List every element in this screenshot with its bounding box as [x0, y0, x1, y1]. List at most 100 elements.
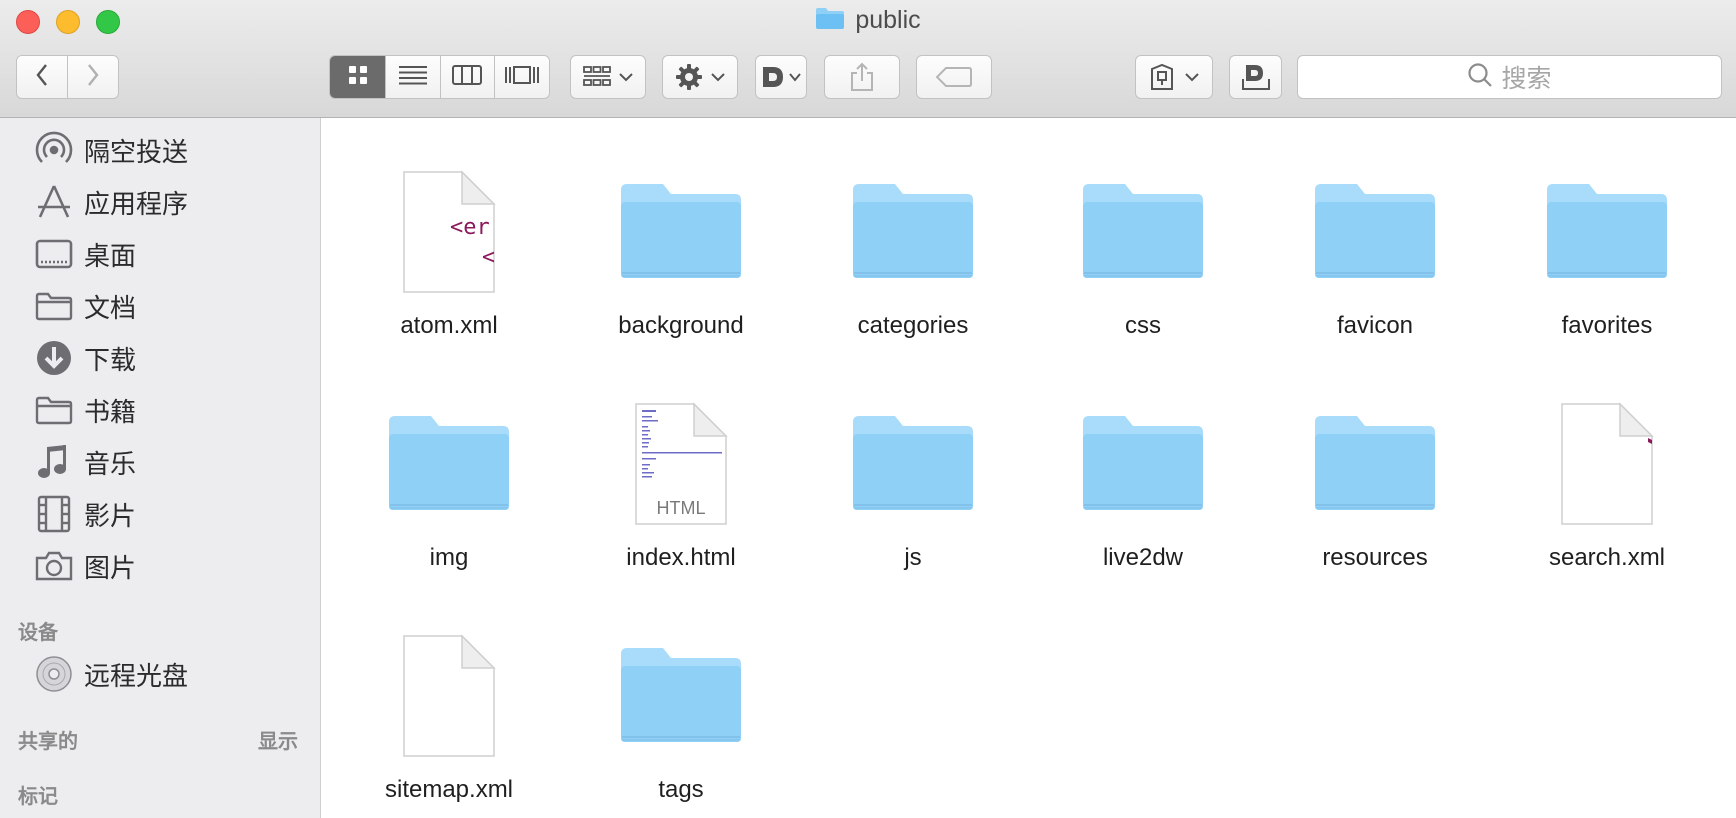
devices-header: 设备: [18, 622, 58, 644]
navigation-buttons: [16, 55, 119, 99]
film-icon: [34, 494, 74, 534]
folder-icon: [803, 180, 1023, 280]
file-item[interactable]: sitemap.xml: [339, 582, 559, 803]
chevron-left-icon: [35, 63, 49, 92]
grid-icon: [347, 64, 369, 91]
folder-item[interactable]: background: [571, 118, 791, 339]
sidebar-item-label: 远程光盘: [84, 660, 189, 691]
sidebar-item-pictures[interactable]: 图片: [34, 546, 136, 586]
file-name: favorites: [1561, 312, 1653, 339]
column-view-button[interactable]: [440, 56, 495, 98]
sidebar-item-desktop[interactable]: 桌面: [34, 234, 136, 274]
gear-icon: [675, 63, 703, 91]
sidebar-item-applications[interactable]: 应用程序: [34, 182, 188, 222]
folder-item[interactable]: img: [339, 350, 559, 571]
sidebar: 隔空投送 应用程序 桌面 文档 下载 书籍 音乐 影片 图片 设备 远程光盘 共…: [0, 118, 321, 818]
sidebar-item-label: 影片: [84, 500, 137, 531]
list-view-button[interactable]: [386, 56, 441, 98]
sidebar-item-label: 文档: [84, 292, 137, 323]
sidebar-item-airdrop[interactable]: 隔空投送: [34, 130, 188, 170]
folder-icon: [815, 6, 845, 35]
sidebar-item-label: 隔空投送: [84, 136, 189, 167]
chevron-right-icon: [86, 63, 100, 92]
xml-file-icon: [339, 634, 559, 758]
tag-icon: [936, 67, 972, 87]
gallery-view-button[interactable]: [494, 56, 549, 98]
folder-icon: [1265, 180, 1485, 280]
cover-flow-icon: [504, 65, 540, 90]
file-item[interactable]: search.xml: [1497, 350, 1717, 571]
search-field[interactable]: 搜索: [1297, 55, 1722, 99]
sidebar-item-documents[interactable]: 文档: [34, 286, 136, 326]
finder-window: public 搜索 隔空投送 应用程序 桌面 文档 下载 书籍 音乐 影片 图片…: [0, 0, 1736, 818]
folder-item[interactable]: css: [1033, 118, 1253, 339]
folder-item[interactable]: favicon: [1265, 118, 1485, 339]
html-file-icon: HTML: [571, 402, 791, 526]
folder-item[interactable]: tags: [571, 582, 791, 803]
sidebar-item-remote-disc[interactable]: 远程光盘: [34, 654, 188, 694]
file-name: js: [904, 544, 922, 571]
sidebar-item-label: 书籍: [84, 396, 137, 427]
dropbox-button[interactable]: [1229, 55, 1282, 99]
tags-header: 标记: [18, 786, 58, 808]
xml-file-icon: [1497, 402, 1717, 526]
chevron-down-icon: [1185, 72, 1199, 82]
sidebar-item-movies[interactable]: 影片: [34, 494, 136, 534]
desktop-icon: [34, 234, 74, 274]
sidebar-item-music[interactable]: 音乐: [34, 442, 136, 482]
search-placeholder: 搜索: [1501, 65, 1552, 93]
dropbox-tray-icon: [1241, 62, 1271, 92]
shared-header: 共享的: [18, 731, 78, 753]
folder-icon: [34, 286, 74, 326]
applications-icon: [34, 182, 74, 222]
dropbox-d-icon: [761, 65, 787, 89]
folder-item[interactable]: live2dw: [1033, 350, 1253, 571]
file-name: favicon: [1336, 312, 1414, 339]
path-button[interactable]: [1135, 55, 1213, 99]
tag-button[interactable]: [916, 55, 992, 99]
folder-icon: [1497, 180, 1717, 280]
arrange-button[interactable]: [570, 55, 646, 99]
file-name: live2dw: [1102, 544, 1184, 571]
html-badge: HTML: [657, 498, 706, 518]
sidebar-item-label: 应用程序: [84, 188, 189, 219]
folder-item[interactable]: categories: [803, 118, 1023, 339]
file-name: resources: [1322, 544, 1428, 571]
shared-show-link[interactable]: 显示: [258, 725, 298, 754]
folder-icon: [34, 390, 74, 430]
xml-snippet-2: <: [482, 245, 495, 270]
window-title-text: public: [855, 6, 921, 34]
window-title: public: [0, 6, 1736, 35]
file-name: categories: [857, 312, 969, 339]
download-icon: [34, 338, 74, 378]
sidebar-item-books[interactable]: 书籍: [34, 390, 136, 430]
list-icon: [398, 65, 427, 90]
folder-icon: [1033, 180, 1253, 280]
dropbox-menu-button[interactable]: [755, 55, 807, 99]
file-item[interactable]: <er < atom.xml: [339, 118, 559, 339]
sidebar-item-downloads[interactable]: 下载: [34, 338, 136, 378]
xml-file-icon: <er <: [339, 170, 559, 294]
chevron-down-icon: [789, 72, 801, 82]
folder-icon: [803, 412, 1023, 512]
folder-icon: [571, 644, 791, 744]
search-icon: [1467, 62, 1493, 93]
file-name: background: [618, 312, 744, 339]
folder-item[interactable]: js: [803, 350, 1023, 571]
share-button[interactable]: [824, 55, 900, 99]
file-name: atom.xml: [400, 312, 498, 339]
music-icon: [34, 442, 74, 482]
airdrop-icon: [34, 130, 74, 170]
share-icon: [849, 62, 875, 92]
toolbar: public 搜索: [0, 0, 1736, 118]
back-button[interactable]: [17, 56, 68, 98]
action-button[interactable]: [662, 55, 738, 99]
folder-item[interactable]: resources: [1265, 350, 1485, 571]
icon-view-button[interactable]: [330, 56, 387, 98]
forward-button[interactable]: [68, 56, 118, 98]
columns-icon: [452, 64, 483, 90]
arrange-icon: [583, 66, 611, 88]
file-name: index.html: [626, 544, 736, 571]
file-item[interactable]: HTML index.html: [571, 350, 791, 571]
folder-item[interactable]: favorites: [1497, 118, 1717, 339]
